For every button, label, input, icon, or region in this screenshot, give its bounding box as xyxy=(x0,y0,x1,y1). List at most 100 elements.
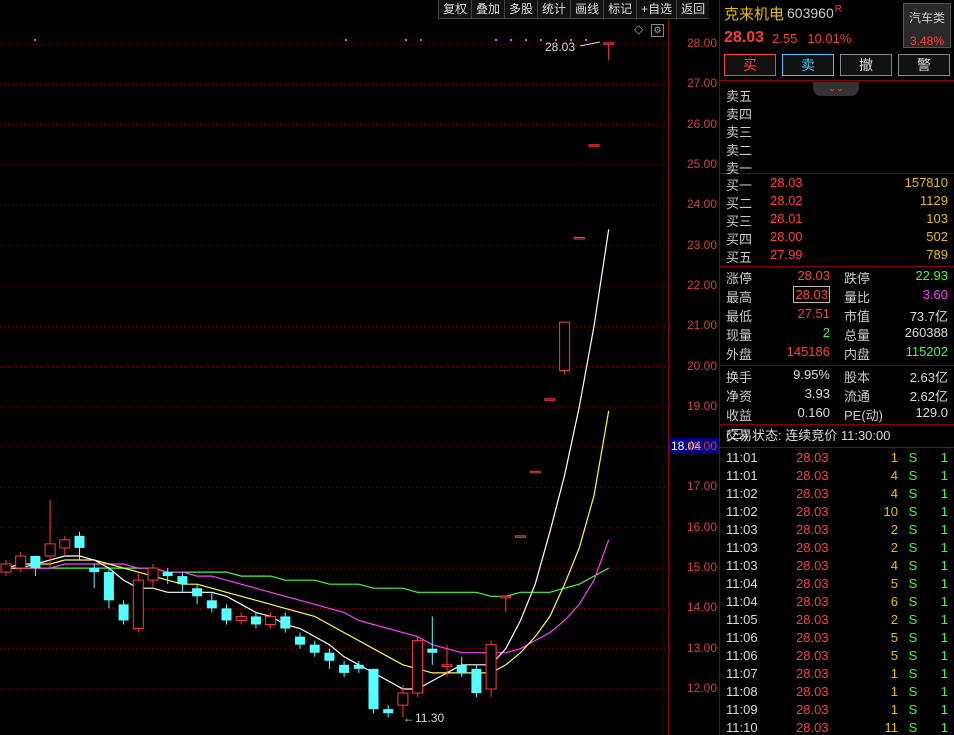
toolbar-button-4[interactable]: 画线 xyxy=(570,0,604,19)
ask-price xyxy=(770,104,830,122)
stat-label: 最低 xyxy=(726,309,753,324)
tick-count: 1 xyxy=(940,540,948,555)
candle-body xyxy=(412,640,424,694)
tick-row: 11:06 28.03 5 S 1 xyxy=(720,648,954,666)
candle-body xyxy=(103,572,114,601)
tick-side: S xyxy=(908,630,918,645)
ask-row: 卖二 xyxy=(720,140,954,158)
signal-dot xyxy=(345,39,347,41)
toolbar-button-7[interactable]: 返回 xyxy=(676,0,710,19)
kline-chart[interactable]: 28.03 ←11.30 xyxy=(0,0,668,735)
stat-value: 2 xyxy=(764,325,830,344)
ask-price xyxy=(770,122,830,140)
stat-value: 73.7亿 xyxy=(909,309,948,324)
stat-value: 129.0 xyxy=(915,405,948,420)
candle-body xyxy=(441,664,453,667)
tick-volume: 2 xyxy=(890,540,898,555)
axis-tick-label: 27.00 xyxy=(686,76,717,91)
ask-label: 卖一 xyxy=(726,161,753,176)
stat-value: 145186 xyxy=(764,344,830,363)
collapse-chevron-icon[interactable]: ⌄⌄ xyxy=(813,82,859,96)
stat-value: 115202 xyxy=(905,344,948,359)
tick-list: 11:01 28.03 1 S 1 11:01 28.03 4 S 1 11:02 28.03 4 S 1 1… xyxy=(720,448,954,735)
axis-tick-label: 23.00 xyxy=(686,237,717,252)
axis-tick-label: 15.00 xyxy=(686,560,717,575)
tick-side: S xyxy=(908,684,918,699)
stock-terminal: 28.03 ←11.30 ◇ ⚙ 复权 叠加 多股 统计 画线 标记 +自选 返回 18.04 … xyxy=(0,0,954,735)
price-change: 2.55 xyxy=(772,30,798,46)
tick-volume: 5 xyxy=(890,648,898,663)
tick-volume: 2 xyxy=(890,612,898,627)
bid-price: 28.03 xyxy=(770,175,803,190)
stat-value: 3.93 xyxy=(764,386,830,405)
tick-count: 1 xyxy=(940,486,948,501)
axis-tick-label: 26.00 xyxy=(686,116,717,131)
diamond-icon[interactable]: ◇ xyxy=(634,22,643,36)
stat-value: 260388 xyxy=(904,325,948,340)
stat-label: 外盘 xyxy=(726,347,753,362)
buy-button[interactable]: 买 xyxy=(724,54,776,76)
cancel-order-button[interactable]: 撤 xyxy=(840,54,892,76)
candle-body xyxy=(588,144,600,147)
tick-volume: 4 xyxy=(890,468,898,483)
stat-label: 换手 xyxy=(726,370,753,385)
tick-price: 28.03 xyxy=(796,684,829,699)
toolbar-button-1[interactable]: 叠加 xyxy=(471,0,505,19)
bid-volume: 1129 xyxy=(920,193,948,208)
tick-time: 11:06 xyxy=(726,648,758,663)
stats-block-2: 换手 9.95% 股本 2.63亿 净资 3.93 流通 2.62亿 收益(三) 0.160 PE(… xyxy=(720,366,954,442)
tick-count: 1 xyxy=(940,684,948,699)
chart-toolbar: 复权 叠加 多股 统计 画线 标记 +自选 返回 xyxy=(438,0,710,19)
stat-row: 最高 28.03 量比 3.60 xyxy=(720,286,954,306)
tick-time: 11:03 xyxy=(726,540,758,555)
tick-volume: 2 xyxy=(890,522,898,537)
tick-row: 11:04 28.03 5 S 1 xyxy=(720,576,954,594)
tick-count: 1 xyxy=(940,450,948,465)
ask-price xyxy=(770,158,830,176)
axis-tick-label: 20.00 xyxy=(686,358,717,373)
tick-side: S xyxy=(908,594,918,609)
tick-row: 11:03 28.03 2 S 1 xyxy=(720,522,954,540)
bid-price: 28.01 xyxy=(770,211,803,226)
axis-tick-label: 28.00 xyxy=(686,36,717,50)
sector-badge[interactable]: 汽车类 3.48% xyxy=(903,3,951,48)
ma20-line xyxy=(6,539,610,654)
ask-volume xyxy=(830,104,948,122)
candle-body xyxy=(544,398,556,401)
candle-body xyxy=(471,668,482,694)
candle-body xyxy=(206,600,217,609)
candle-body xyxy=(15,555,27,569)
tick-volume: 4 xyxy=(890,558,898,573)
axis-tick-label: 21.00 xyxy=(686,318,717,333)
trade-actions: 买 卖 撤 警 xyxy=(720,50,954,80)
low-price-label: ←11.30 xyxy=(403,711,444,725)
ask-label: 卖四 xyxy=(726,107,753,122)
candle-body xyxy=(309,644,320,653)
stat-value: 27.51 xyxy=(764,306,830,325)
toolbar-button-6[interactable]: +自选 xyxy=(636,0,677,19)
settings-icon[interactable]: ⚙ xyxy=(651,24,664,37)
tick-price: 28.03 xyxy=(796,666,829,681)
bid-volume: 157810 xyxy=(904,175,948,190)
candle-body xyxy=(280,616,291,629)
stat-value-text: 3.93 xyxy=(804,386,830,401)
high-price-label: 28.03 xyxy=(545,40,575,54)
tick-time: 11:02 xyxy=(726,486,758,501)
tick-time: 11:10 xyxy=(726,720,758,735)
toolbar-button-3[interactable]: 统计 xyxy=(537,0,571,19)
bid-row: 买二 28.02 1129 xyxy=(720,193,954,211)
alert-button[interactable]: 警 xyxy=(898,54,950,76)
tick-row: 11:02 28.03 4 S 1 xyxy=(720,486,954,504)
toolbar-button-2[interactable]: 多股 xyxy=(504,0,538,19)
toolbar-button-5[interactable]: 标记 xyxy=(603,0,637,19)
stat-row: 最低 27.51 市值 73.7亿 xyxy=(720,306,954,325)
sell-button[interactable]: 卖 xyxy=(782,54,834,76)
tick-time: 11:02 xyxy=(726,504,758,519)
bid-row: 买三 28.01 103 xyxy=(720,211,954,229)
stat-value: 28.03 xyxy=(764,286,830,306)
toolbar-button-0[interactable]: 复权 xyxy=(438,0,472,19)
stat-value: 3.60 xyxy=(922,287,948,302)
tick-row: 11:06 28.03 5 S 1 xyxy=(720,630,954,648)
candle-body xyxy=(74,535,85,548)
signal-dot xyxy=(540,39,542,41)
